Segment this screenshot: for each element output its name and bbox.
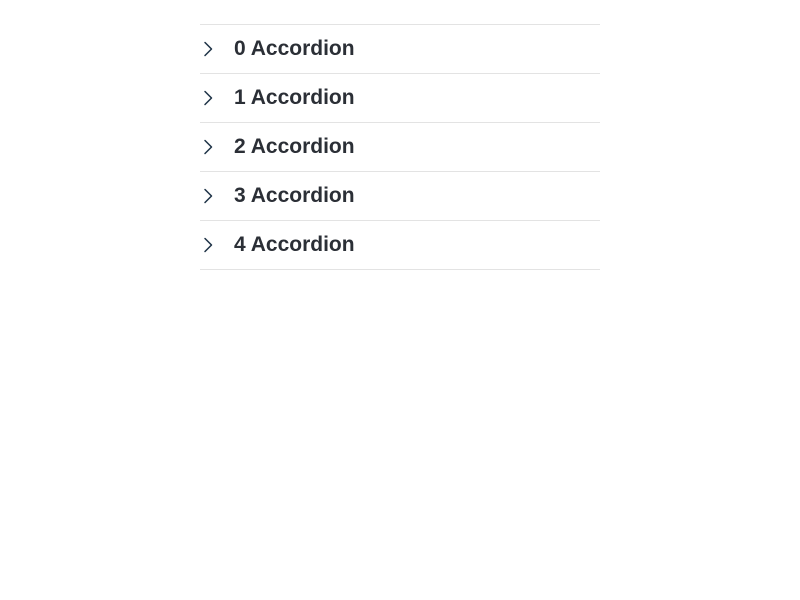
accordion-item-0[interactable]: 0 Accordion xyxy=(200,25,600,74)
chevron-right-icon[interactable] xyxy=(200,172,234,220)
accordion-item-label[interactable]: 1 Accordion xyxy=(234,74,355,122)
chevron-right-icon[interactable] xyxy=(200,74,234,122)
chevron-right-icon[interactable] xyxy=(200,123,234,171)
accordion-item-label[interactable]: 0 Accordion xyxy=(234,25,355,73)
accordion-item-label[interactable]: 3 Accordion xyxy=(234,172,355,220)
accordion-item-3[interactable]: 3 Accordion xyxy=(200,172,600,221)
accordion-item-4[interactable]: 4 Accordion xyxy=(200,221,600,270)
accordion-item-label[interactable]: 4 Accordion xyxy=(234,221,355,269)
accordion: 0 Accordion 1 Accordion 2 Accordion 3 Ac… xyxy=(200,24,600,270)
accordion-item-label[interactable]: 2 Accordion xyxy=(234,123,355,171)
chevron-right-icon[interactable] xyxy=(200,25,234,73)
chevron-right-icon[interactable] xyxy=(200,221,234,269)
accordion-item-2[interactable]: 2 Accordion xyxy=(200,123,600,172)
accordion-item-1[interactable]: 1 Accordion xyxy=(200,74,600,123)
